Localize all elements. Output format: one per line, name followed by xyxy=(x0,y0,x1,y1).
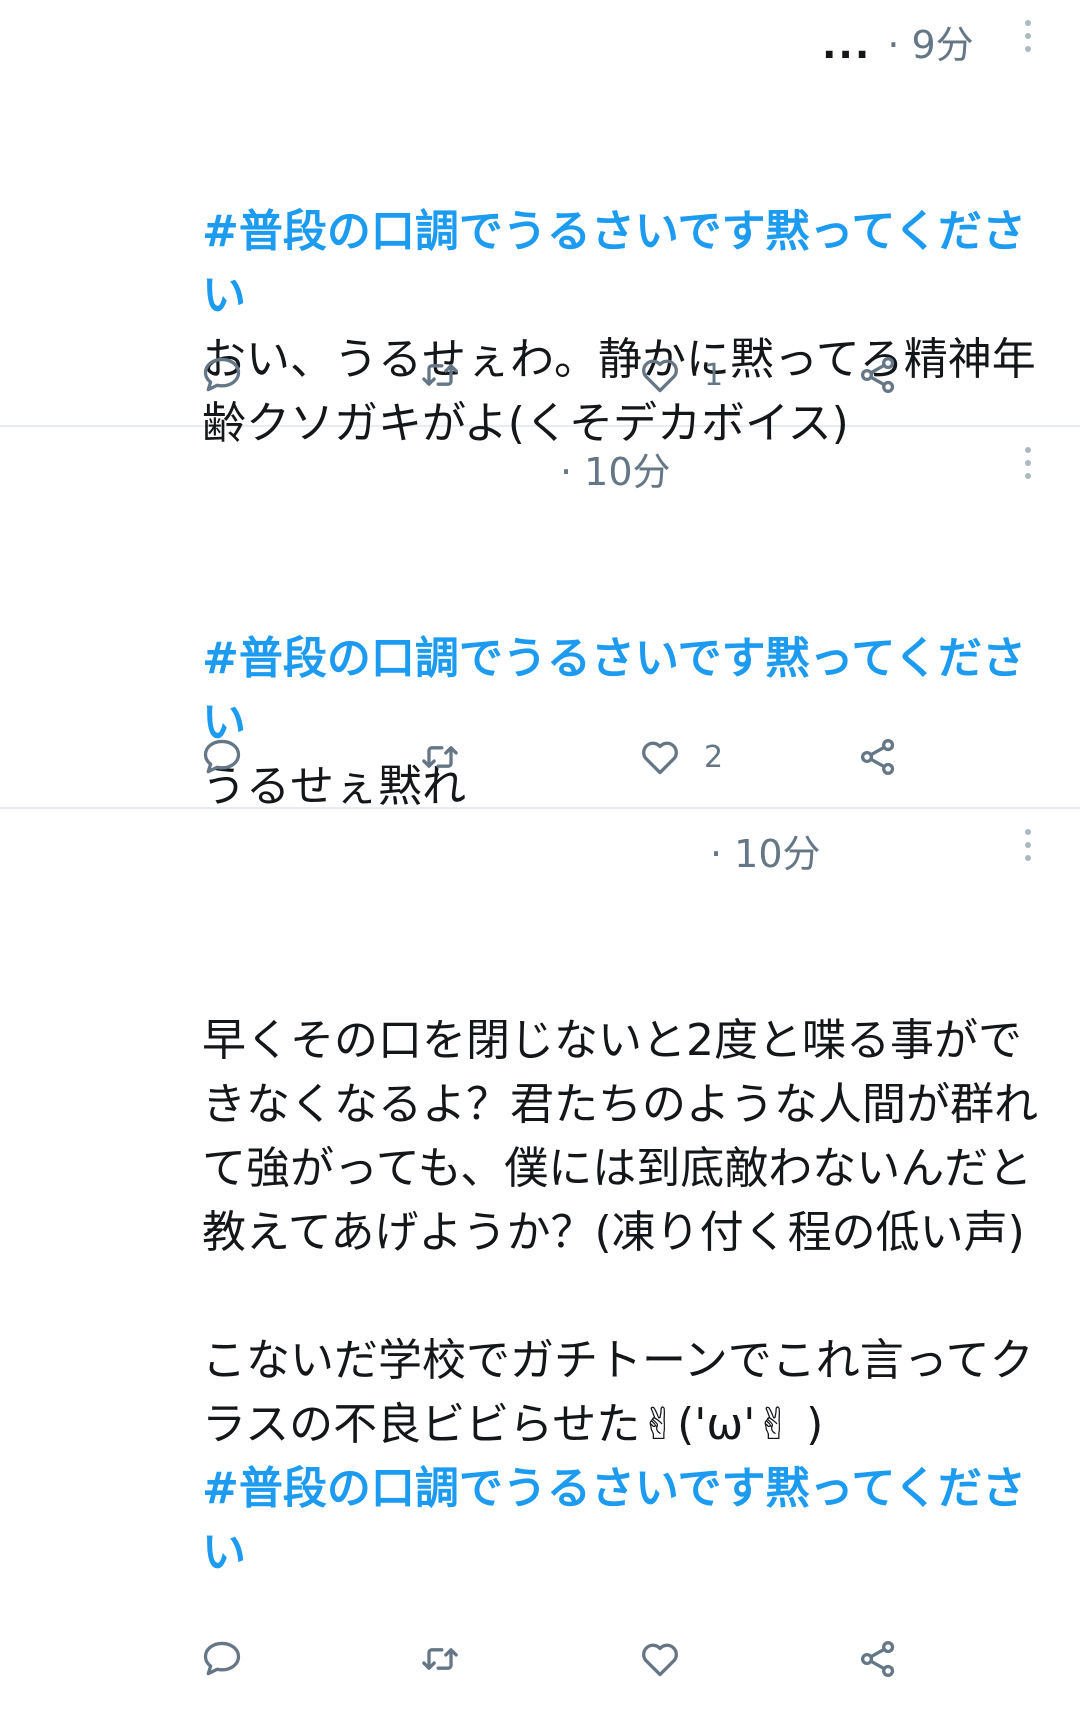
tweet[interactable]: · 10分 早くその口を閉じないと2度と喋る事ができなくなるよ？君たちのような人… xyxy=(0,809,1080,1702)
retweet-button[interactable] xyxy=(418,732,462,782)
like-button[interactable]: 2 xyxy=(638,732,723,782)
more-vertical-icon[interactable] xyxy=(1024,829,1032,865)
tweet-meta: · 10分 xyxy=(560,441,671,496)
timestamp[interactable]: · 10分 xyxy=(560,450,671,494)
more-vertical-icon[interactable] xyxy=(1024,20,1032,56)
like-button[interactable] xyxy=(638,1634,704,1684)
tweet-content: 早くその口を閉じないと2度と喋る事ができなくなるよ？君たちのような人間が群れて強… xyxy=(202,881,1052,1713)
hashtag-link[interactable]: #普段の口調でうるさいです黙ってください xyxy=(202,1457,1052,1585)
share-icon xyxy=(860,357,895,393)
like-count: 2 xyxy=(704,739,724,775)
more-vertical-icon[interactable] xyxy=(1024,447,1032,483)
tweet-meta: ... · 9分 xyxy=(822,14,974,69)
share-button[interactable] xyxy=(856,1634,900,1684)
reply-button[interactable] xyxy=(200,1634,244,1684)
timestamp[interactable]: · 9分 xyxy=(887,23,973,67)
tweet-text: 早くその口を閉じないと2度と喋る事ができなくなるよ？君たちのような人間が群れて強… xyxy=(202,1015,1038,1450)
reply-button[interactable] xyxy=(200,350,244,400)
action-bar: 1 xyxy=(200,350,920,400)
retweet-icon xyxy=(422,364,458,386)
action-bar xyxy=(200,1634,920,1684)
share-icon xyxy=(860,739,895,775)
author-ellipsis: ... xyxy=(822,23,872,67)
retweet-button[interactable] xyxy=(418,1634,462,1684)
share-icon xyxy=(860,1641,895,1677)
retweet-icon xyxy=(422,1648,458,1670)
hashtag-link[interactable]: #普段の口調でうるさいです黙ってください xyxy=(202,200,1052,328)
like-count: 1 xyxy=(704,357,724,393)
heart-icon xyxy=(642,741,678,775)
share-button[interactable] xyxy=(856,350,900,400)
reply-icon xyxy=(203,357,241,392)
share-button[interactable] xyxy=(856,732,900,782)
reply-icon xyxy=(203,1641,241,1676)
like-button[interactable]: 1 xyxy=(638,350,723,400)
action-bar: 2 xyxy=(200,732,920,782)
timestamp[interactable]: · 10分 xyxy=(710,832,821,876)
tweet[interactable]: ... · 9分 #普段の口調でうるさいです黙ってください おい、うるせぇわ。静かに… xyxy=(0,0,1080,449)
retweet-button[interactable] xyxy=(418,350,462,400)
tweet-meta: · 10分 xyxy=(710,823,821,878)
heart-icon xyxy=(642,359,678,393)
tweet[interactable]: · 10分 #普段の口調でうるさいです黙ってください うるせぇ黙れ 2 xyxy=(0,427,1080,812)
retweet-icon xyxy=(422,746,458,768)
reply-button[interactable] xyxy=(200,732,244,782)
reply-icon xyxy=(203,739,241,774)
heart-icon xyxy=(642,1643,678,1677)
